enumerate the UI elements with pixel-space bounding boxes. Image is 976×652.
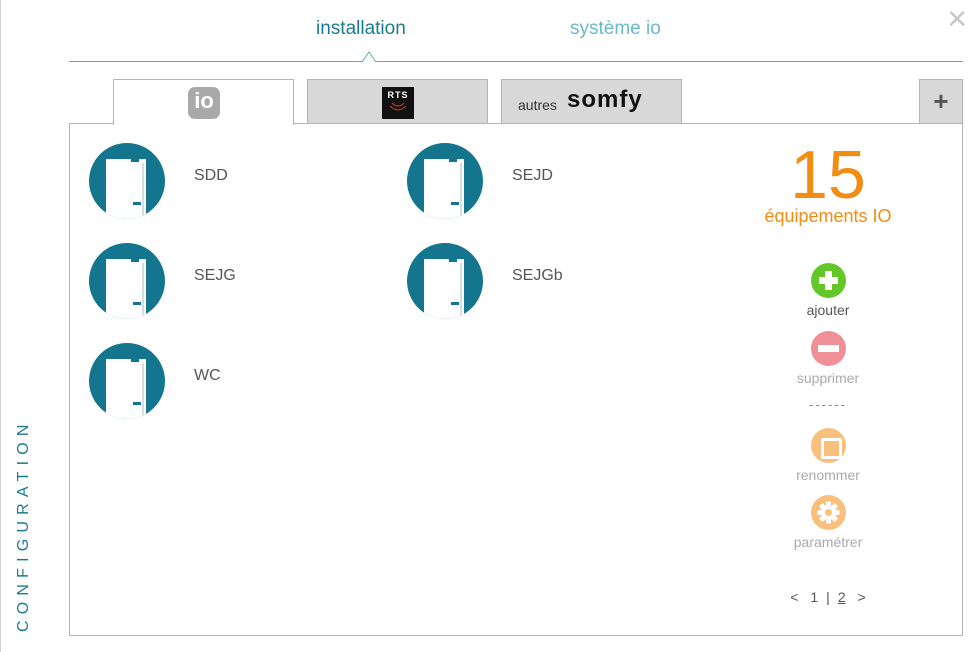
add-button[interactable]: ajouter [770, 263, 886, 318]
page-2-link[interactable]: 2 [838, 589, 846, 605]
delete-button[interactable]: supprimer [770, 331, 886, 386]
door-icon [407, 143, 483, 219]
prev-page-button[interactable]: < [790, 589, 798, 605]
rts-waves-icon [389, 102, 407, 111]
device-name: SDD [194, 167, 228, 184]
subtab-somfy[interactable]: autres somfy [501, 79, 682, 124]
plus-icon [810, 263, 846, 298]
add-tab-button[interactable]: + [919, 79, 963, 124]
side-title: CONFIGURATION [15, 418, 32, 632]
pagination: < 1 | 2 > [770, 589, 886, 605]
door-icon [89, 143, 165, 219]
gear-icon [810, 495, 846, 530]
subtab-io[interactable]: io [113, 79, 294, 125]
door-icon [89, 243, 165, 319]
settings-button[interactable]: paramétrer [770, 495, 886, 550]
configuration-window: ✕ CONFIGURATION installation système io … [0, 0, 976, 652]
door-icon [89, 343, 165, 419]
device-name: SEJG [194, 267, 236, 284]
delete-label: supprimer [796, 370, 860, 386]
page-separator: | [826, 589, 830, 605]
page-current: 1 [810, 589, 819, 605]
device-name: WC [194, 367, 221, 384]
top-tab-bar: installation système io [69, 0, 963, 63]
rename-label: renommer [796, 467, 860, 483]
tab-underline [69, 61, 963, 62]
devices-panel: SDD SEJD SEJG SEJGb WC 15 équipements IO… [69, 123, 963, 636]
tab-systeme-io[interactable]: système io [570, 18, 661, 40]
subtab-rts[interactable]: RTS [307, 79, 488, 124]
rts-logo-icon: RTS [382, 87, 414, 119]
io-logo-icon: io [188, 87, 220, 119]
device-name: SEJGb [512, 267, 563, 284]
door-icon [407, 243, 483, 319]
somfy-logo: somfy [567, 86, 643, 113]
tab-installation[interactable]: installation [316, 18, 406, 40]
rename-button[interactable]: renommer [770, 428, 886, 483]
active-tab-notch [362, 51, 376, 63]
rename-icon [810, 428, 846, 463]
settings-label: paramétrer [793, 534, 863, 550]
minus-icon [810, 331, 846, 366]
device-name: SEJD [512, 167, 553, 184]
actions-divider: ------ [809, 397, 847, 412]
somfy-prefix: autres [518, 97, 557, 113]
add-label: ajouter [806, 302, 850, 318]
rts-logo-text: RTS [387, 90, 409, 100]
next-page-button[interactable]: > [858, 589, 866, 605]
device-count: 15 [790, 137, 866, 213]
device-count-label: équipements IO [764, 206, 892, 226]
